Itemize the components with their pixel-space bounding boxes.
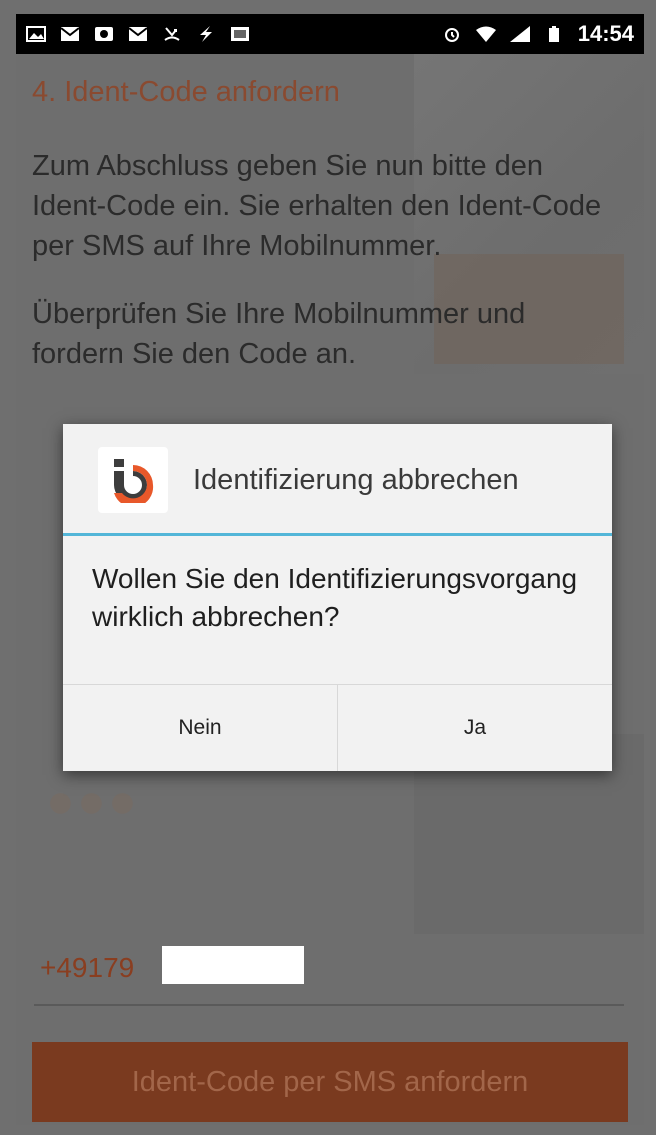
image-icon — [26, 26, 46, 42]
dialog-actions: Nein Ja — [63, 684, 612, 771]
notification-icons — [26, 26, 250, 42]
status-bar: 14:54 — [16, 14, 644, 54]
flash-icon — [196, 26, 216, 42]
dialog-header: Identifizierung abbrechen — [63, 424, 612, 536]
system-icons: 14:54 — [442, 21, 634, 47]
mail-icon — [60, 26, 80, 42]
redacted-block — [162, 946, 304, 984]
yes-button[interactable]: Ja — [337, 685, 612, 771]
gallery-icon — [230, 26, 250, 42]
photo-icon — [94, 26, 114, 42]
app-logo-icon — [98, 447, 168, 513]
clock: 14:54 — [577, 21, 634, 46]
background-logo: ●●● — [46, 775, 139, 828]
intro-text-2: Überprüfen Sie Ihre Mobilnummer und ford… — [32, 298, 526, 370]
dialog-message: Wollen Sie den Identifizierungsvorgang w… — [92, 563, 578, 632]
wifi-icon — [475, 26, 496, 42]
request-sms-code-button[interactable]: Ident-Code per SMS anfordern — [32, 1042, 628, 1122]
cancel-dialog: Identifizierung abbrechen Wollen Sie den… — [63, 424, 612, 771]
missed-call-icon — [162, 26, 182, 42]
mail-icon — [128, 26, 148, 42]
mobile-number-field[interactable]: +49179 — [34, 934, 624, 1006]
alarm-icon — [442, 26, 462, 42]
no-button[interactable]: Nein — [63, 685, 337, 771]
step-title: 4. Ident-Code anfordern — [32, 76, 340, 108]
mobile-number-value: +49179 — [40, 952, 135, 983]
battery-icon — [544, 26, 564, 42]
signal-icon — [509, 26, 530, 42]
dialog-title: Identifizierung abbrechen — [193, 464, 519, 496]
intro-text: Zum Abschluss geben Sie nun bitte den Id… — [32, 150, 602, 262]
